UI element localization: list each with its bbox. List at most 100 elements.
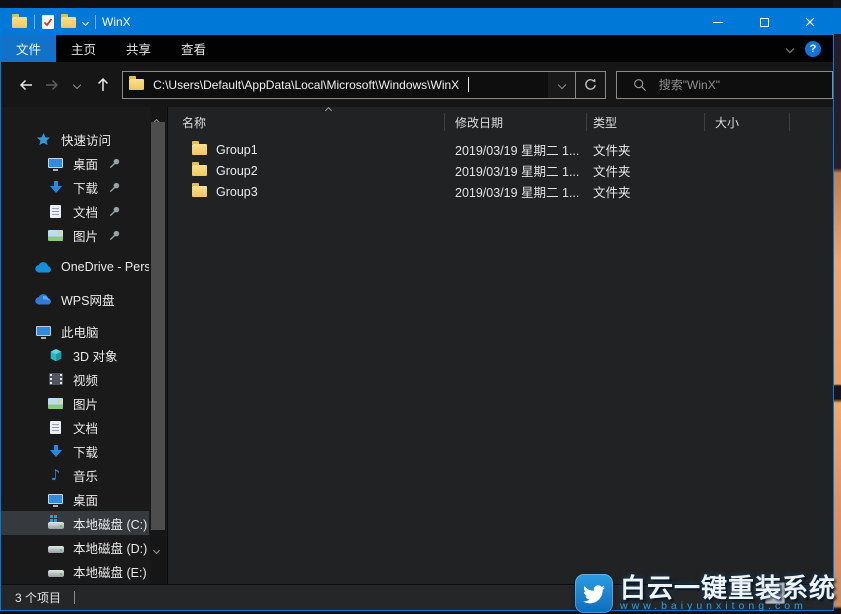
sidebar-item-downloads-pinned[interactable]: 下载 xyxy=(1,175,149,199)
location-folder-icon xyxy=(129,79,144,90)
ribbon-right-controls: ? xyxy=(787,35,833,62)
sidebar-item-quick-access[interactable]: 快速访问 xyxy=(1,127,149,151)
status-separator xyxy=(74,591,75,604)
desktop-icon xyxy=(47,158,64,168)
sidebar-item-label: 3D 对象 xyxy=(73,346,117,365)
scroll-down-icon[interactable] xyxy=(154,540,159,558)
column-header-type[interactable]: 类型 xyxy=(587,107,705,137)
close-button[interactable] xyxy=(787,9,833,35)
tab-share-label: 共享 xyxy=(126,39,151,58)
forward-button[interactable] xyxy=(39,71,65,99)
column-header-label: 大小 xyxy=(715,114,739,131)
file-name-cell: Group3 xyxy=(168,185,445,199)
sidebar-item-pictures-pinned[interactable]: 图片 xyxy=(1,223,149,247)
scrollbar-thumb[interactable] xyxy=(151,122,165,530)
tab-view-label: 查看 xyxy=(181,39,206,58)
text-caret xyxy=(468,77,469,92)
properties-check-icon[interactable] xyxy=(42,15,54,29)
separator xyxy=(34,15,35,29)
sidebar-item-onedrive[interactable]: OneDrive - Perso xyxy=(1,255,149,279)
file-name: Group1 xyxy=(216,143,258,157)
back-button[interactable] xyxy=(13,71,39,99)
tab-share[interactable]: 共享 xyxy=(111,35,166,62)
search-icon xyxy=(633,78,647,92)
file-explorer-window: WinX 文件 主页 共享 查看 ? xyxy=(0,8,834,611)
documents-icon xyxy=(47,421,64,434)
file-row-group2[interactable]: Group2 2019/03/19 星期二 1... 文件夹 xyxy=(168,160,833,181)
sidebar-item-label: 本地磁盘 (C:) xyxy=(73,514,147,533)
minimize-button[interactable] xyxy=(695,9,741,35)
file-name-cell: Group1 xyxy=(168,143,445,157)
column-header-name[interactable]: 名称 xyxy=(168,107,445,137)
refresh-button[interactable] xyxy=(576,71,606,99)
address-dropdown-button[interactable] xyxy=(548,72,575,98)
address-dropdown-chevron-icon xyxy=(557,80,565,88)
file-row-group3[interactable]: Group3 2019/03/19 星期二 1... 文件夹 xyxy=(168,181,833,202)
address-bar[interactable]: C:\Users\Default\AppData\Local\Microsoft… xyxy=(122,71,576,99)
maximize-button[interactable] xyxy=(741,9,787,35)
sidebar-item-documents[interactable]: 文档 xyxy=(1,415,149,439)
sidebar-item-3d-objects[interactable]: 3D 对象 xyxy=(1,343,149,367)
recent-locations-button[interactable] xyxy=(65,71,91,99)
sidebar-item-desktop[interactable]: 桌面 xyxy=(1,487,149,511)
maximize-icon xyxy=(760,18,769,27)
sidebar-item-label: WPS网盘 xyxy=(61,290,114,309)
sidebar-item-local-disk-e[interactable]: 本地磁盘 (E:) xyxy=(1,559,149,583)
pin-icon xyxy=(108,205,121,218)
folder-icon xyxy=(192,165,207,176)
sidebar-item-music[interactable]: ♪ 音乐 xyxy=(1,463,149,487)
sidebar-item-documents-pinned[interactable]: 文档 xyxy=(1,199,149,223)
sidebar-item-local-disk-d[interactable]: 本地磁盘 (D:) xyxy=(1,535,149,559)
column-header-label: 名称 xyxy=(182,114,206,131)
close-icon xyxy=(802,14,818,30)
sidebar-item-downloads[interactable]: 下载 xyxy=(1,439,149,463)
new-folder-icon[interactable] xyxy=(61,17,76,28)
tab-file[interactable]: 文件 xyxy=(1,35,56,62)
file-date-cell: 2019/03/19 星期二 1... xyxy=(445,161,587,180)
navigation-toolbar: C:\Users\Default\AppData\Local\Microsoft… xyxy=(1,62,833,107)
sidebar-gap xyxy=(1,247,167,255)
sidebar-item-local-disk-c[interactable]: 本地磁盘 (C:) xyxy=(1,511,149,535)
documents-icon xyxy=(47,205,64,218)
file-rows: Group1 2019/03/19 星期二 1... 文件夹 Group2 20… xyxy=(168,137,833,202)
watermark-bird-logo-icon xyxy=(575,574,613,613)
sidebar-item-pictures[interactable]: 图片 xyxy=(1,391,149,415)
column-headers: 名称 修改日期 类型 大小 xyxy=(168,107,833,137)
item-count: 3 个项目 xyxy=(15,589,61,606)
file-type-cell: 文件夹 xyxy=(587,140,705,159)
recent-locations-chevron-icon xyxy=(73,80,81,88)
help-icon[interactable]: ? xyxy=(805,41,821,57)
window-title: WinX xyxy=(102,15,131,29)
search-placeholder: 搜索"WinX" xyxy=(659,76,720,93)
sidebar-item-label: 快速访问 xyxy=(61,130,111,149)
file-type-cell: 文件夹 xyxy=(587,182,705,201)
column-header-date-modified[interactable]: 修改日期 xyxy=(445,107,587,137)
sidebar-item-label: 文档 xyxy=(73,418,98,437)
tab-view[interactable]: 查看 xyxy=(166,35,221,62)
file-name-cell: Group2 xyxy=(168,164,445,178)
address-bar-path[interactable]: C:\Users\Default\AppData\Local\Microsoft… xyxy=(123,72,548,98)
column-header-size[interactable]: 大小 xyxy=(705,107,790,137)
sidebar-item-videos[interactable]: 视频 xyxy=(1,367,149,391)
pictures-icon xyxy=(47,398,64,409)
sidebar-item-wps-cloud[interactable]: WPS网盘 xyxy=(1,287,149,311)
forward-arrow-icon xyxy=(43,77,61,93)
ribbon-collapse-chevron-icon[interactable] xyxy=(786,44,794,52)
sidebar-item-desktop-pinned[interactable]: 桌面 xyxy=(1,151,149,175)
sidebar-item-this-pc[interactable]: 此电脑 xyxy=(1,319,149,343)
search-box[interactable]: 搜索"WinX" xyxy=(616,71,833,99)
ribbon-tab-bar: 文件 主页 共享 查看 ? xyxy=(1,35,833,62)
address-path-text: C:\Users\Default\AppData\Local\Microsoft… xyxy=(153,78,459,92)
qat-customize-chevron-icon[interactable] xyxy=(82,18,89,25)
folder-icon xyxy=(192,186,207,197)
desktop-icon xyxy=(47,494,64,504)
desktop-wallpaper-strip xyxy=(833,0,841,614)
up-button[interactable] xyxy=(90,71,116,99)
app-folder-icon xyxy=(12,17,27,28)
file-row-group1[interactable]: Group1 2019/03/19 星期二 1... 文件夹 xyxy=(168,139,833,160)
tab-home[interactable]: 主页 xyxy=(56,35,111,62)
sidebar-item-label: 本地磁盘 (E:) xyxy=(73,562,147,581)
sidebar-item-label: 本地磁盘 (D:) xyxy=(73,538,147,557)
file-date-cell: 2019/03/19 星期二 1... xyxy=(445,182,587,201)
sidebar-scrollbar[interactable] xyxy=(150,107,166,584)
